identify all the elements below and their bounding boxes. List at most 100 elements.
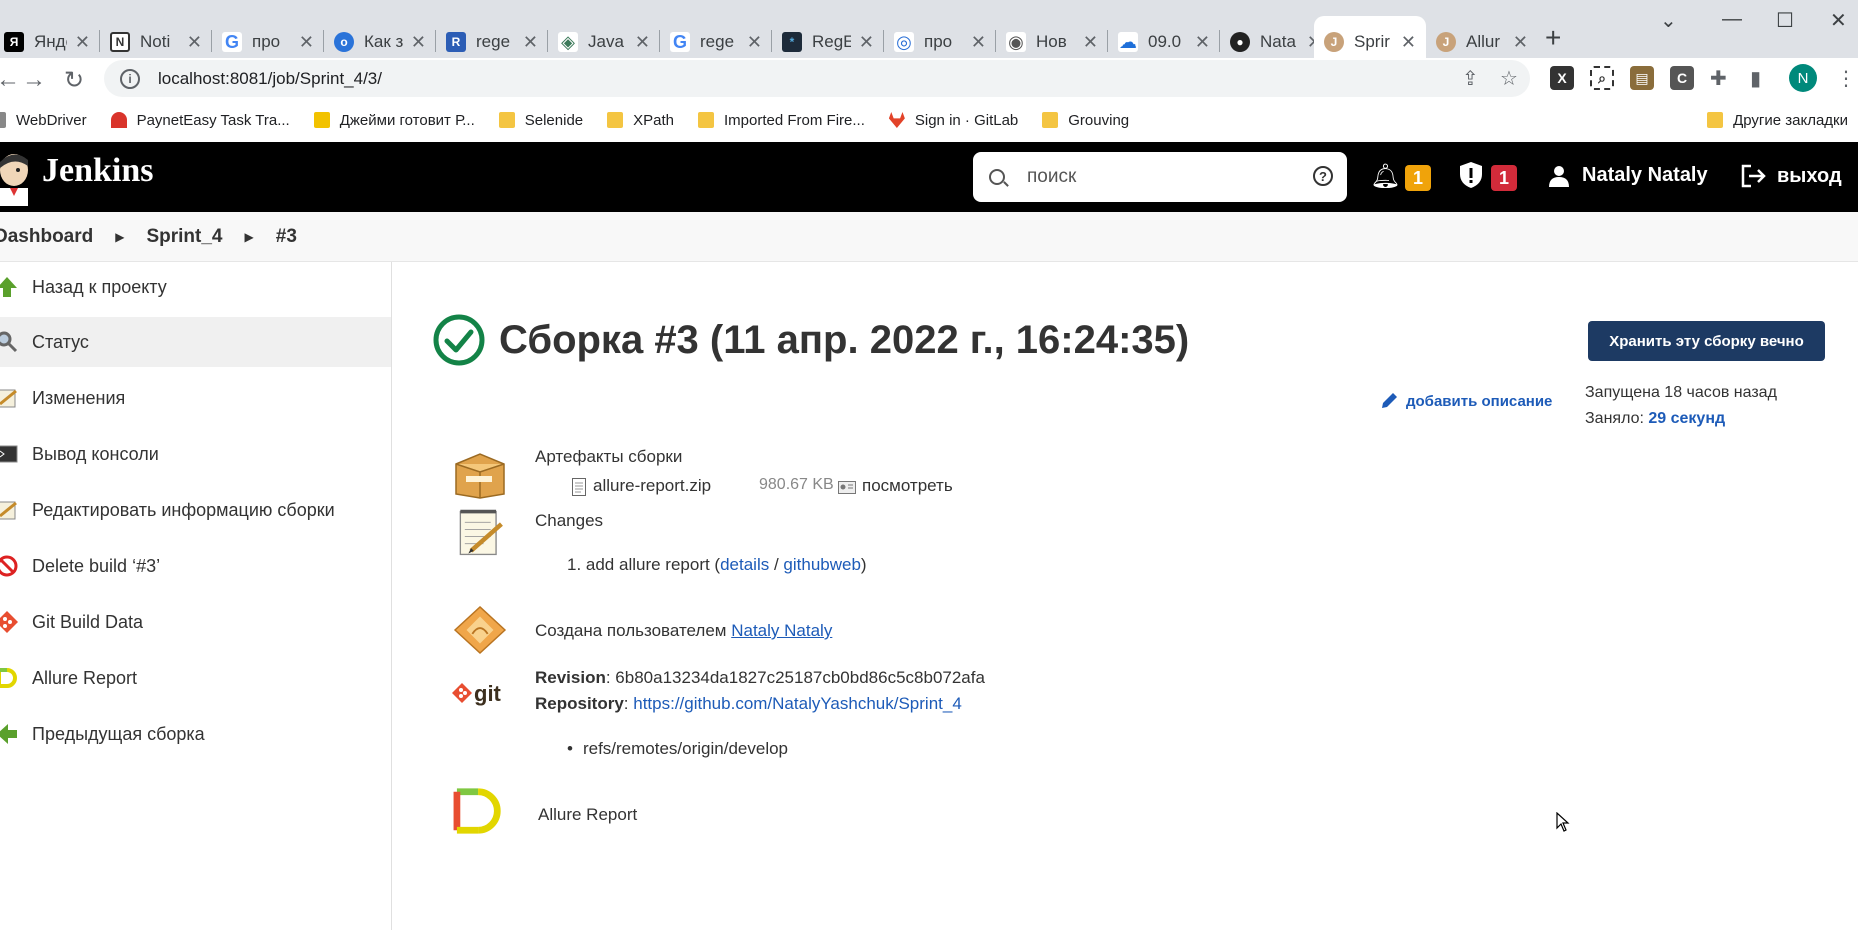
sidebar-item-label: Статус [32, 331, 89, 352]
build-artifacts-link[interactable]: Артефакты сборки [535, 447, 682, 467]
sidebar-item-label: Изменения [32, 387, 126, 408]
profile-avatar[interactable]: N [1789, 64, 1817, 92]
url-bar[interactable]: i localhost:8081/job/Sprint_4/3/ [104, 60, 1530, 97]
sidebar-item-delete-build[interactable]: Delete build ‘#3’ [0, 541, 391, 591]
close-tab-icon[interactable]: ✕ [299, 32, 314, 53]
minimize-icon[interactable]: — [1722, 8, 1742, 31]
forward-icon[interactable]: → [22, 66, 46, 94]
reload-icon[interactable]: ↻ [64, 66, 84, 95]
close-window-icon[interactable]: ✕ [1830, 8, 1847, 33]
back-icon[interactable]: ← [0, 66, 20, 94]
bookmark-favicon-icon [313, 112, 330, 128]
close-tab-icon[interactable]: ✕ [1195, 32, 1210, 53]
site-info-icon[interactable]: i [120, 68, 140, 89]
close-tab-icon[interactable]: ✕ [635, 32, 650, 53]
bell-icon[interactable]: 🔔︎ [1370, 162, 1400, 191]
tab-search-icon[interactable]: ⌄ [1660, 8, 1677, 33]
notification-badge[interactable]: 1 [1405, 165, 1431, 191]
sidebar-item-allure-report[interactable]: Allure Report [0, 653, 391, 703]
breadcrumb-dashboard[interactable]: Dashboard [0, 226, 93, 248]
jenkins-title[interactable]: Jenkins [42, 152, 154, 190]
help-icon[interactable]: ? [1313, 166, 1333, 186]
search-input[interactable] [1027, 166, 1307, 188]
shield-icon[interactable] [1460, 162, 1482, 188]
close-tab-icon[interactable]: ✕ [523, 32, 538, 53]
maximize-icon[interactable]: ☐ [1776, 8, 1794, 33]
bookmark-item[interactable]: PaynetEasy Task Tra... [110, 112, 290, 129]
bookmark-star-icon[interactable]: ☆ [1500, 66, 1518, 91]
close-tab-icon[interactable]: ✕ [1083, 32, 1098, 53]
folder-icon [607, 112, 624, 128]
bookmark-folder[interactable]: Imported From Fire... [698, 112, 865, 129]
extension-screenshot-icon[interactable]: ⌕ [1590, 66, 1614, 90]
notepad-icon [459, 509, 503, 556]
close-tab-icon[interactable]: ✕ [971, 32, 986, 53]
change-githubweb-link[interactable]: githubweb [783, 555, 861, 574]
add-description-link[interactable]: добавить описание [1380, 392, 1552, 410]
jenkins-butler-logo-icon[interactable] [0, 148, 30, 206]
bookmark-favicon-icon [0, 112, 6, 128]
duration-link[interactable]: 29 секунд [1648, 410, 1725, 427]
change-details-link[interactable]: details [720, 555, 769, 574]
sidebar-item-console[interactable]: Вывод консоли [0, 429, 391, 479]
artifact-file-link[interactable]: allure-report.zip [593, 476, 711, 496]
share-icon[interactable]: ⇪ [1462, 66, 1479, 91]
tab-favicon-icon: ◉ [1006, 32, 1026, 52]
svg-text:git: git [474, 681, 502, 706]
sidebar-item-status[interactable]: Статус [0, 317, 391, 367]
repository-url-link[interactable]: https://github.com/NatalyYashchuk/Sprint… [633, 694, 962, 713]
gitlab-icon [888, 112, 905, 128]
close-tab-icon[interactable]: ✕ [411, 32, 426, 53]
git-icon [0, 611, 18, 633]
duration-row: Заняло: 29 секунд [1585, 406, 1777, 432]
created-by-user-link[interactable]: Nataly Nataly [731, 621, 832, 640]
bullet-icon: • [567, 739, 573, 758]
allure-report-link[interactable]: Allure Report [538, 805, 637, 825]
bookmark-label: Grouving [1068, 111, 1130, 129]
extensions-puzzle-icon[interactable]: ✚ [1710, 66, 1727, 91]
sidebar-item-edit-build-info[interactable]: Редактировать информацию сборки [0, 485, 391, 535]
bookmark-item[interactable]: WebDriver [0, 112, 87, 129]
close-tab-icon[interactable]: ✕ [747, 32, 762, 53]
security-badge[interactable]: 1 [1491, 165, 1517, 191]
folder-icon [1042, 112, 1059, 128]
side-panel-icon[interactable]: ▮ [1750, 66, 1761, 91]
changes-label: Changes [535, 511, 604, 530]
sidebar-item-label: Вывод консоли [32, 443, 159, 464]
other-bookmarks-label: Другие закладки [1733, 111, 1848, 129]
keep-build-forever-button[interactable]: Хранить эту сборку вечно [1588, 321, 1825, 361]
other-bookmarks-folder[interactable]: Другие закладки [1707, 104, 1848, 136]
bookmark-label: Imported From Fire... [724, 111, 865, 129]
close-tab-icon[interactable]: ✕ [1401, 32, 1416, 53]
pencil-icon [1382, 393, 1397, 408]
bookmark-folder[interactable]: Selenide [498, 112, 583, 129]
close-tab-icon[interactable]: ✕ [859, 32, 874, 53]
extension-c-icon[interactable]: C [1670, 66, 1694, 90]
chevron-right-icon[interactable]: ▶ [115, 230, 124, 244]
breadcrumb-build[interactable]: #3 [276, 226, 297, 248]
bookmark-folder[interactable]: Grouving [1042, 112, 1129, 129]
sidebar-item-git-build-data[interactable]: Git Build Data [0, 597, 391, 647]
sidebar-item-previous-build[interactable]: Предыдущая сборка [0, 709, 391, 759]
sidebar-item-changes[interactable]: Изменения [0, 373, 391, 423]
jenkins-search-box[interactable]: ? [973, 152, 1347, 202]
close-tab-icon[interactable]: ✕ [75, 32, 90, 53]
user-menu[interactable]: Nataly Nataly [1548, 164, 1708, 187]
artifact-size: 980.67 KB [759, 476, 834, 493]
artifact-view-link[interactable]: посмотреть [862, 476, 953, 496]
extension-notes-icon[interactable]: ▤ [1630, 66, 1654, 90]
breadcrumb-job[interactable]: Sprint_4 [146, 226, 222, 248]
build-timing-info: Запущена 18 часов назад Заняло: 29 секун… [1585, 380, 1777, 432]
close-tab-icon[interactable]: ✕ [1513, 32, 1528, 53]
bookmark-item[interactable]: Sign in · GitLab [888, 112, 1018, 129]
chevron-right-icon[interactable]: ▶ [245, 230, 254, 244]
extension-x-icon[interactable]: X [1550, 66, 1574, 90]
new-tab-button[interactable]: + [1545, 22, 1561, 54]
tab-favicon-icon: o [334, 32, 354, 52]
bookmark-item[interactable]: Джейми готовит Р... [313, 112, 475, 129]
close-tab-icon[interactable]: ✕ [187, 32, 202, 53]
bookmark-folder[interactable]: XPath [607, 112, 674, 129]
browser-menu-icon[interactable]: ⋮ [1836, 66, 1856, 91]
sidebar-item-back-to-project[interactable]: Назад к проекту [0, 262, 391, 312]
logout-link[interactable]: выход [1741, 164, 1842, 188]
